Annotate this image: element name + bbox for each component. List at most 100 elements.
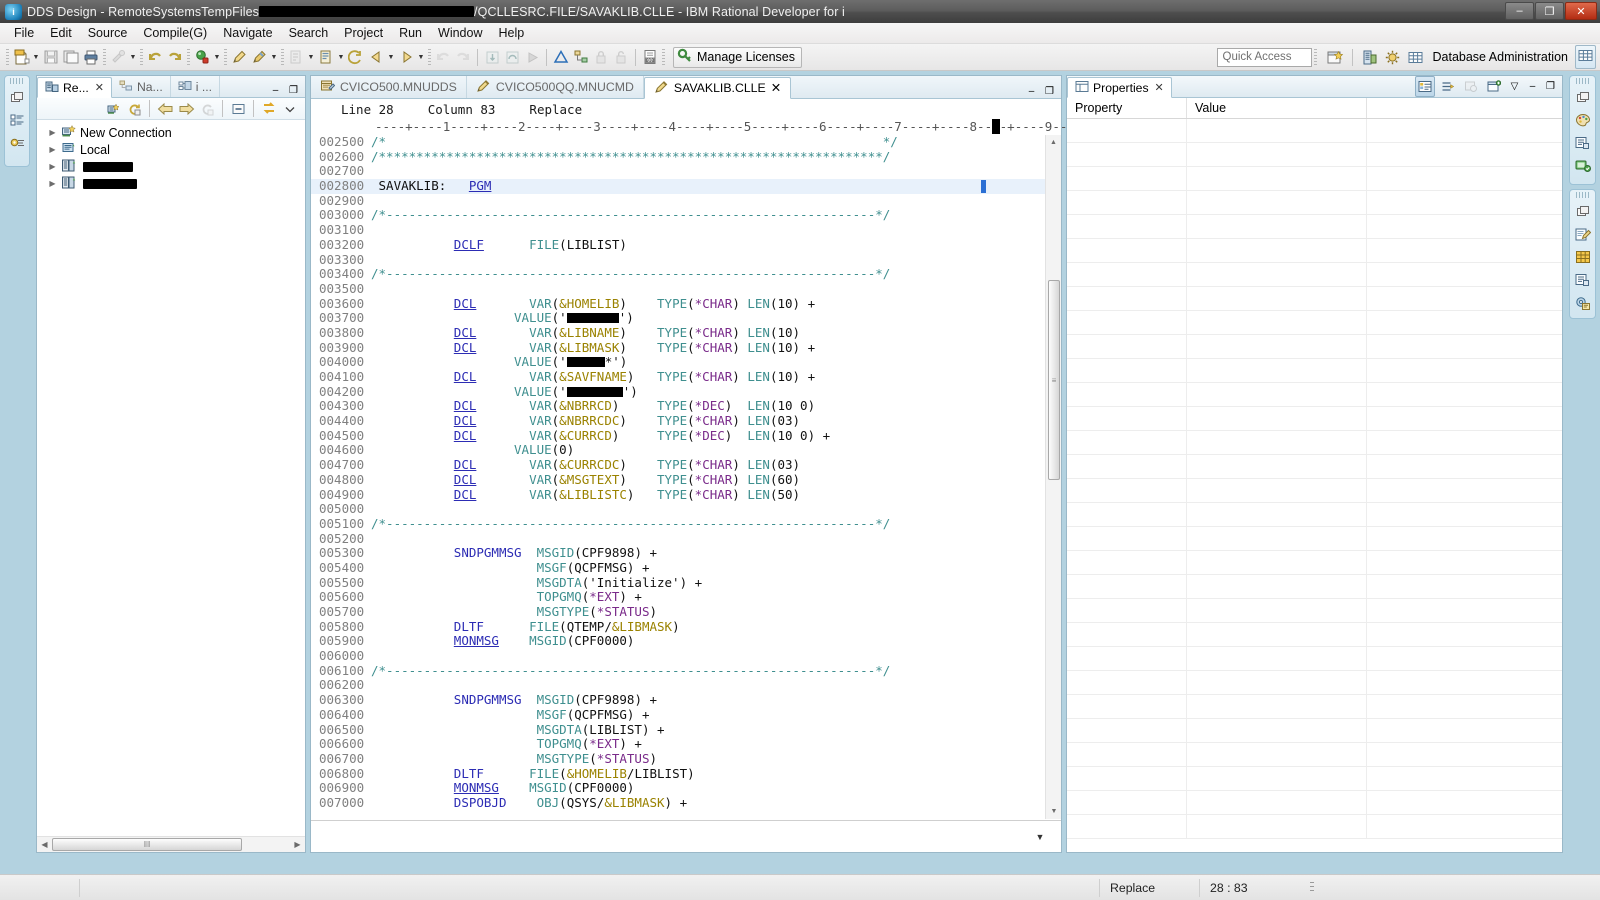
value-cell[interactable]	[1187, 623, 1367, 646]
code-line[interactable]: 005100/*--------------------------------…	[311, 517, 1061, 532]
code-line[interactable]: 005200	[311, 532, 1061, 547]
value-cell[interactable]	[1187, 599, 1367, 622]
column-header-value[interactable]: Value	[1187, 98, 1367, 118]
property-cell[interactable]	[1067, 791, 1187, 814]
code-line[interactable]: 005800 DLTF FILE(QTEMP/&LIBMASK)	[311, 620, 1061, 635]
value-cell[interactable]	[1187, 167, 1367, 190]
minimize-view-icon[interactable]: –	[1525, 80, 1540, 94]
table-row[interactable]	[1067, 743, 1562, 767]
property-cell[interactable]	[1067, 527, 1187, 550]
code-line[interactable]: 005000	[311, 502, 1061, 517]
code-line-text[interactable]	[371, 194, 1061, 209]
code-line[interactable]: 003600 DCL VAR(&HOMELIB) TYPE(*CHAR) LEN…	[311, 297, 1061, 312]
code-line-text[interactable]: VALUE('*')	[371, 355, 1061, 370]
value-cell[interactable]	[1187, 263, 1367, 286]
compile-dropdown-icon[interactable]: ▼	[306, 47, 316, 68]
restore-icon[interactable]	[6, 87, 28, 107]
fast-view-grip-right-2[interactable]	[1576, 192, 1590, 198]
delta-compare-icon[interactable]	[551, 47, 571, 68]
expand-arrow-icon[interactable]: ▶	[47, 179, 58, 188]
properties-icon[interactable]	[6, 133, 28, 153]
table-row[interactable]	[1067, 551, 1562, 575]
code-line-text[interactable]: TOPGMQ(*EXT) +	[371, 590, 1061, 605]
table-row[interactable]	[1067, 263, 1562, 287]
table-row[interactable]	[1067, 647, 1562, 671]
code-line-text[interactable]: VALUE(0)	[371, 443, 1061, 458]
verify-dropdown-icon[interactable]: ▼	[269, 47, 279, 68]
new-connection-icon[interactable]	[103, 98, 123, 119]
table-row[interactable]	[1067, 767, 1562, 791]
property-cell[interactable]	[1067, 575, 1187, 598]
code-line[interactable]: 004300 DCL VAR(&NBRRCD) TYPE(*DEC) LEN(1…	[311, 399, 1061, 414]
next-annotation-dropdown-icon[interactable]: ▼	[416, 47, 426, 68]
code-editor-canvas[interactable]: 002500/* */002600/**********************…	[311, 135, 1061, 819]
menu-search[interactable]: Search	[281, 24, 337, 42]
run-config-icon[interactable]	[316, 47, 336, 68]
debug-icon[interactable]	[192, 47, 212, 68]
value-cell[interactable]	[1187, 431, 1367, 454]
code-line-text[interactable]: DCL VAR(&LIBMASK) TYPE(*CHAR) LEN(10) +	[371, 341, 1061, 356]
scroll-left-icon[interactable]: ◀	[37, 840, 52, 849]
table-row[interactable]	[1067, 527, 1562, 551]
tree-item-new-connection[interactable]: ▶ New Connection	[43, 124, 305, 141]
database-perspective-icon[interactable]	[1406, 47, 1426, 68]
outline-icon[interactable]	[6, 110, 28, 130]
previous-annotation-dropdown-icon[interactable]: ▼	[386, 47, 396, 68]
table-row[interactable]	[1067, 191, 1562, 215]
table-row[interactable]	[1067, 503, 1562, 527]
code-line-text[interactable]: /*--------------------------------------…	[371, 267, 1061, 282]
property-cell[interactable]	[1067, 119, 1187, 142]
property-cell[interactable]	[1067, 191, 1187, 214]
code-line-text[interactable]: DLTF FILE(QTEMP/&LIBMASK)	[371, 620, 1061, 635]
scroll-down-icon[interactable]: ▼	[1046, 804, 1061, 819]
maximize-view-icon[interactable]: ❐	[286, 83, 301, 97]
code-line-text[interactable]	[371, 678, 1061, 693]
code-line-text[interactable]: DCL VAR(&MSGTEXT) TYPE(*CHAR) LEN(60)	[371, 473, 1061, 488]
close-icon[interactable]: ✕	[771, 81, 781, 95]
value-cell[interactable]	[1187, 479, 1367, 502]
code-line[interactable]: 006700 MSGTYPE(*STATUS)	[311, 752, 1061, 767]
value-cell[interactable]	[1187, 791, 1367, 814]
code-line-text[interactable]	[371, 164, 1061, 179]
property-cell[interactable]	[1067, 719, 1187, 742]
code-line[interactable]: 004500 DCL VAR(&CURRCD) TYPE(*DEC) LEN(1…	[311, 429, 1061, 444]
property-cell[interactable]	[1067, 479, 1187, 502]
back-history-icon[interactable]	[346, 47, 366, 68]
code-line-text[interactable]: DCL VAR(&SAVFNAME) TYPE(*CHAR) LEN(10) +	[371, 370, 1061, 385]
code-line[interactable]: 006100/*--------------------------------…	[311, 664, 1061, 679]
code-line-text[interactable]: MONMSG MSGID(CPF0000)	[371, 781, 1061, 796]
tab-navigator[interactable]: Na...	[112, 76, 171, 97]
table-row[interactable]	[1067, 479, 1562, 503]
code-line-text[interactable]	[371, 253, 1061, 268]
code-line-text[interactable]: VALUE('')	[371, 311, 1061, 326]
value-cell[interactable]	[1187, 743, 1367, 766]
code-line[interactable]: 004900 DCL VAR(&LIBLISTC) TYPE(*CHAR) LE…	[311, 488, 1061, 503]
maximize-view-icon[interactable]: ❐	[1543, 80, 1558, 94]
value-cell[interactable]	[1187, 527, 1367, 550]
hscroll-thumb[interactable]: ‖‖	[52, 838, 242, 851]
structure-icon[interactable]	[571, 47, 591, 68]
table-row[interactable]	[1067, 671, 1562, 695]
close-icon[interactable]: ✕	[95, 81, 104, 94]
fast-view-grip-right-1[interactable]	[1576, 78, 1590, 84]
view-menu-icon[interactable]	[280, 98, 300, 119]
maximize-editor-icon[interactable]: ❐	[1042, 84, 1057, 98]
view-menu-icon[interactable]: ▽	[1507, 80, 1522, 94]
code-line[interactable]: 002600/*********************************…	[311, 150, 1061, 165]
close-icon[interactable]: ✕	[1155, 81, 1164, 94]
code-line[interactable]: 003700 VALUE('')	[311, 311, 1061, 326]
redo-icon[interactable]	[165, 47, 185, 68]
code-line-text[interactable]: MSGTYPE(*STATUS)	[371, 605, 1061, 620]
tab-savaklib-clle[interactable]: SAVAKLIB.CLLE ✕	[644, 77, 791, 99]
property-cell[interactable]	[1067, 671, 1187, 694]
expand-arrow-icon[interactable]: ▶	[47, 162, 58, 171]
property-cell[interactable]	[1067, 623, 1187, 646]
property-cell[interactable]	[1067, 167, 1187, 190]
code-line[interactable]: 006600 TOPGMQ(*EXT) +	[311, 737, 1061, 752]
table-row[interactable]	[1067, 455, 1562, 479]
menu-run[interactable]: Run	[391, 24, 430, 42]
property-cell[interactable]	[1067, 239, 1187, 262]
property-cell[interactable]	[1067, 767, 1187, 790]
open-perspective-icon[interactable]	[1325, 47, 1345, 68]
code-line[interactable]: 005700 MSGTYPE(*STATUS)	[311, 605, 1061, 620]
